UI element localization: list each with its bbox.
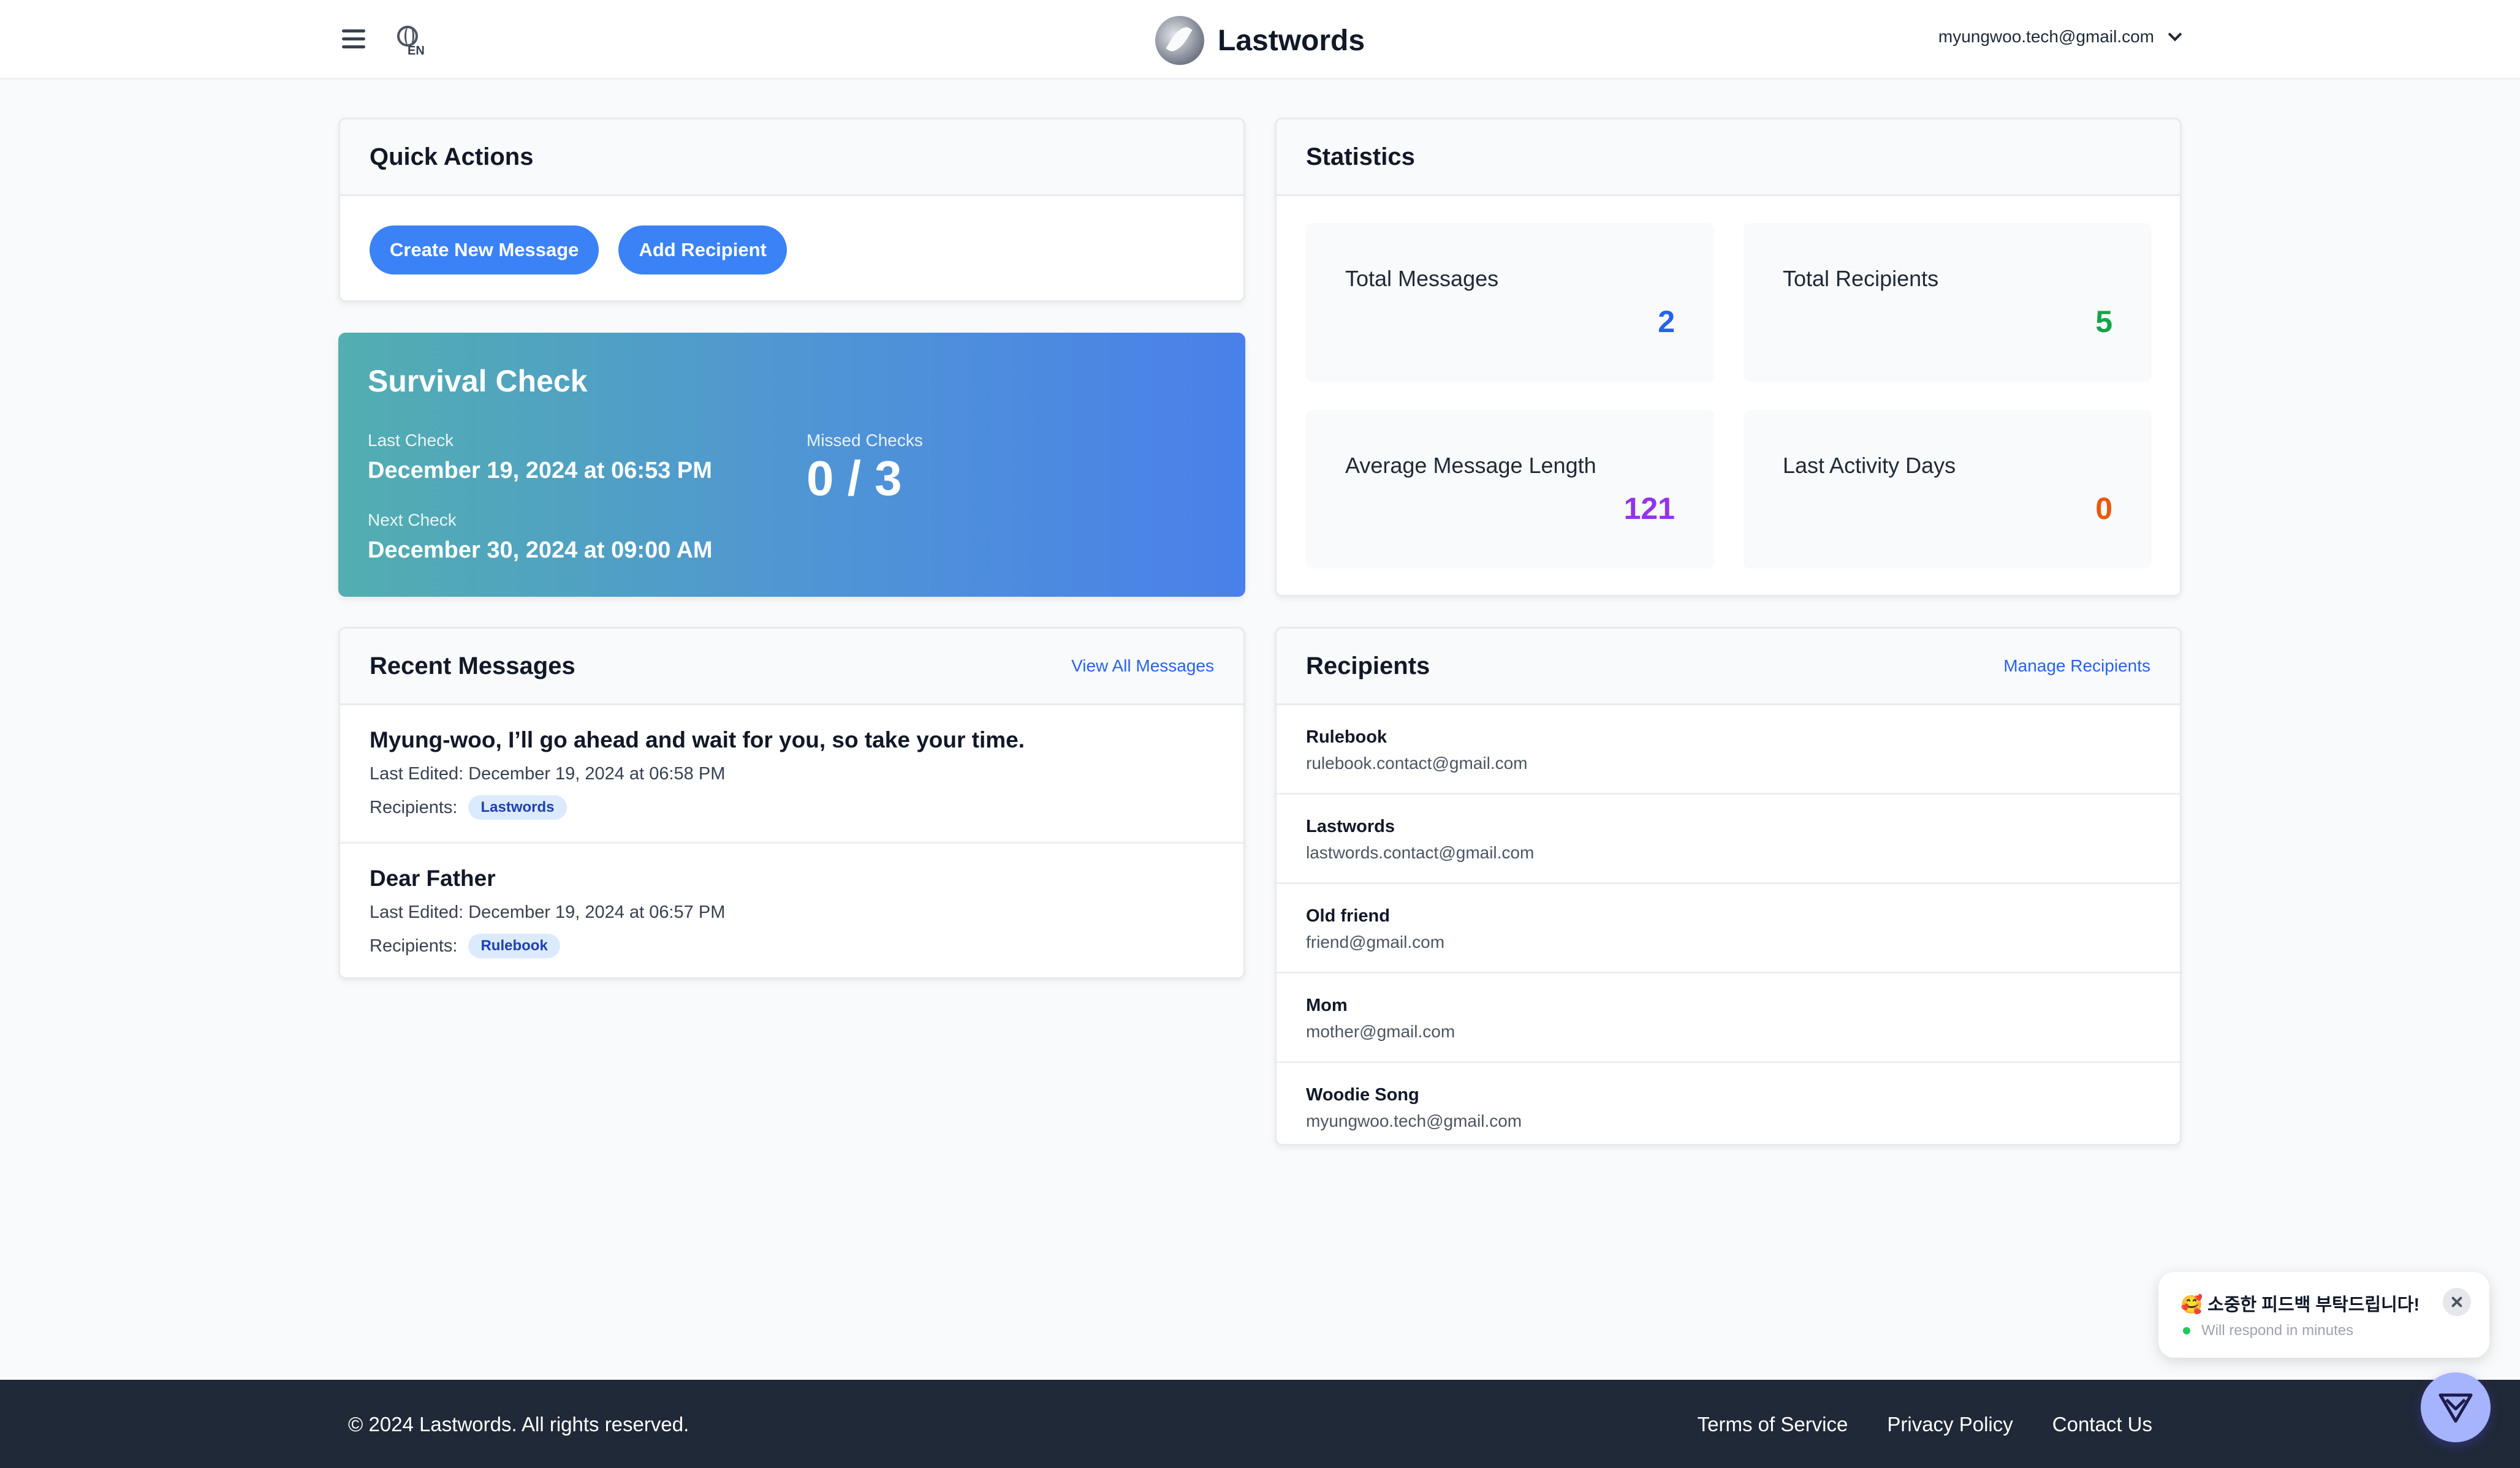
recipient-tag: Rulebook [468,934,560,958]
recipient-list-item[interactable]: Rulebook rulebook.contact@gmail.com [1277,705,2180,795]
chat-launcher-button[interactable] [2421,1372,2491,1442]
quick-actions-header: Quick Actions [340,119,1243,196]
missed-checks-label: Missed Checks [806,431,923,450]
recipients-label: Recipients: [370,797,458,817]
message-list-item[interactable]: Dear Father Last Edited: December 19, 20… [340,844,1243,977]
message-last-edited: Last Edited: December 19, 2024 at 06:57 … [370,902,726,922]
recipient-email: rulebook.contact@gmail.com [1306,754,1528,773]
chat-popup-title: 🥰 소중한 피드백 부탁드립니다! [2180,1295,2420,1315]
stat-total-recipients: Total Recipients 5 [1744,223,2152,382]
online-status-dot [2183,1327,2190,1334]
language-switcher[interactable]: EN [395,23,432,60]
recent-messages-header: Recent Messages View All Messages [340,629,1243,705]
stat-value: 121 [1623,491,1675,526]
copyright-text: © 2024 Lastwords. All rights reserved. [348,1413,689,1436]
user-email: myungwoo.tech@gmail.com [1938,27,2154,46]
recipients-card: Recipients Manage Recipients Rulebook ru… [1275,627,2182,1146]
survival-check-title: Survival Check [368,364,588,398]
close-icon[interactable] [2443,1288,2471,1316]
page-footer: © 2024 Lastwords. All rights reserved. T… [0,1380,2520,1468]
add-recipient-button[interactable]: Add Recipient [618,225,787,274]
statistics-header: Statistics [1277,119,2180,196]
recipients-title: Recipients [1306,652,1430,679]
brand-name: Lastwords [1218,24,1365,57]
recipients-label: Recipients: [370,936,458,956]
quick-actions-body: Create New Message Add Recipient [340,196,1243,300]
message-list-item[interactable]: Myung-woo, I’ll go ahead and wait for yo… [340,705,1243,844]
feather-logo-icon [1155,16,1204,65]
globe-icon [397,26,418,47]
recipient-name: Woodie Song [1306,1085,1419,1105]
message-title: Myung-woo, I’ll go ahead and wait for yo… [370,727,1025,752]
language-code: EN [408,44,425,58]
chat-status: Will respond in minutes [2183,1322,2353,1339]
quick-actions-card: Quick Actions Create New Message Add Rec… [338,118,1245,302]
recent-messages-title: Recent Messages [370,652,575,679]
message-title: Dear Father [370,866,496,891]
stat-label: Total Messages [1345,266,1499,291]
recipient-tag: Lastwords [468,795,567,820]
stat-value: 2 [1658,305,1675,339]
recipient-email: mother@gmail.com [1306,1022,1455,1041]
contact-us-link[interactable]: Contact Us [2052,1413,2152,1436]
stat-label: Average Message Length [1345,453,1596,478]
stat-label: Total Recipients [1783,266,1939,291]
footer-links: Terms of Service Privacy Policy Contact … [1698,1413,2152,1436]
paper-plane-icon [2438,1393,2473,1423]
top-navigation-bar: EN Lastwords myungwoo.tech@gmail.com [0,0,2520,80]
recipient-name: Lastwords [1306,817,1395,836]
recipient-list-item[interactable]: Mom mother@gmail.com [1277,974,2180,1063]
create-new-message-button[interactable]: Create New Message [370,225,599,274]
next-check-value: December 30, 2024 at 09:00 AM [368,537,713,563]
recipients-header: Recipients Manage Recipients [1277,629,2180,705]
feedback-chat-popup[interactable]: 🥰 소중한 피드백 부탁드립니다! Will respond in minute… [2158,1272,2489,1358]
survival-check-card: Survival Check Last Check December 19, 2… [338,333,1245,597]
privacy-policy-link[interactable]: Privacy Policy [1887,1413,2013,1436]
stat-average-message-length: Average Message Length 121 [1306,410,1714,569]
recipient-name: Rulebook [1306,727,1387,747]
next-check-label: Next Check [368,510,457,529]
statistics-card: Statistics Total Messages 2 Total Recipi… [1275,118,2182,597]
recipient-name: Old friend [1306,906,1390,926]
missed-checks-value: 0 / 3 [806,451,902,505]
stat-total-messages: Total Messages 2 [1306,223,1714,382]
stat-value: 5 [2095,305,2112,339]
last-check-value: December 19, 2024 at 06:53 PM [368,458,712,483]
chevron-down-icon [2168,27,2182,42]
stat-label: Last Activity Days [1783,453,1956,478]
user-menu-button[interactable]: myungwoo.tech@gmail.com [1938,27,2182,47]
recipient-name: Mom [1306,996,1348,1015]
last-check-label: Last Check [368,431,454,450]
view-all-messages-link[interactable]: View All Messages [1071,656,1214,676]
recipient-email: lastwords.contact@gmail.com [1306,843,1535,862]
terms-of-service-link[interactable]: Terms of Service [1698,1413,1848,1436]
message-last-edited: Last Edited: December 19, 2024 at 06:58 … [370,764,726,784]
message-recipients: Recipients: Rulebook [370,934,1214,958]
recent-messages-card: Recent Messages View All Messages Myung-… [338,627,1245,979]
recipient-list-item[interactable]: Woodie Song myungwoo.tech@gmail.com [1277,1063,2180,1144]
stat-last-activity-days: Last Activity Days 0 [1744,410,2152,569]
recipient-email: friend@gmail.com [1306,933,1445,952]
recipient-list-item[interactable]: Old friend friend@gmail.com [1277,884,2180,974]
hamburger-menu-icon[interactable] [340,26,367,53]
recipient-email: myungwoo.tech@gmail.com [1306,1111,1522,1130]
manage-recipients-link[interactable]: Manage Recipients [2003,656,2150,676]
recipient-list-item[interactable]: Lastwords lastwords.contact@gmail.com [1277,795,2180,884]
brand[interactable]: Lastwords [1155,15,1365,66]
message-recipients: Recipients: Lastwords [370,795,1214,820]
statistics-title: Statistics [1306,143,1415,170]
chat-status-text: Will respond in minutes [2201,1322,2354,1339]
stat-value: 0 [2095,491,2112,526]
quick-actions-title: Quick Actions [370,143,534,170]
